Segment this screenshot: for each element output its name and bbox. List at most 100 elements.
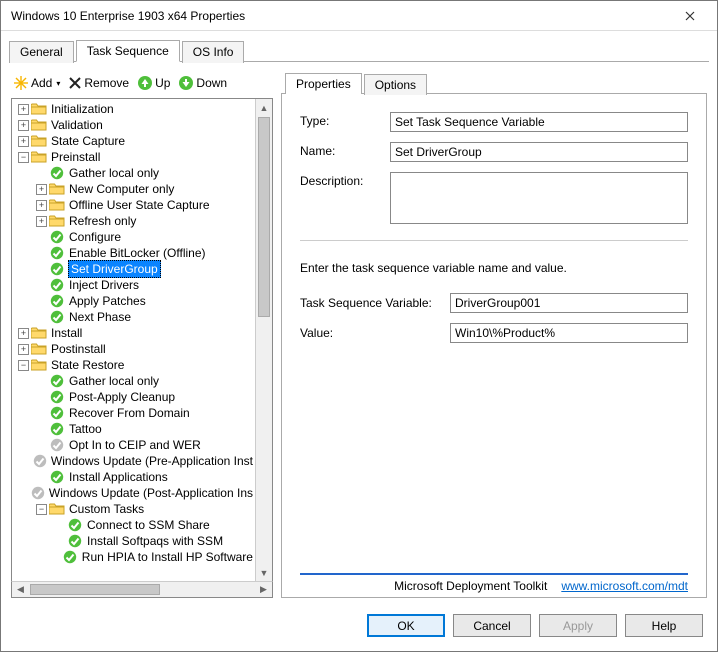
tree-node[interactable]: Apply Patches	[14, 293, 255, 309]
close-icon	[685, 11, 695, 21]
title-bar: Windows 10 Enterprise 1903 x64 Propertie…	[1, 1, 717, 31]
tree-node[interactable]: Opt In to CEIP and WER	[14, 437, 255, 453]
expand-icon[interactable]: +	[18, 104, 29, 115]
apply-button[interactable]: Apply	[539, 614, 617, 637]
description-field[interactable]	[390, 172, 688, 224]
tree-node[interactable]: Windows Update (Pre-Application Inst	[14, 453, 255, 469]
tree-node[interactable]: −Preinstall	[14, 149, 255, 165]
up-button[interactable]: Up	[135, 74, 172, 92]
close-button[interactable]	[669, 2, 711, 30]
folder-icon	[49, 213, 65, 229]
tab-os-info[interactable]: OS Info	[182, 41, 245, 63]
tree-node-label: Set DriverGroup	[68, 260, 161, 278]
tree-node[interactable]: Run HPIA to Install HP Software	[14, 549, 255, 565]
tree-node[interactable]: + Initialization	[14, 101, 255, 117]
ok-button[interactable]: OK	[367, 614, 445, 637]
collapse-icon[interactable]: −	[18, 360, 29, 371]
twisty-spacer	[54, 520, 65, 531]
tree-node[interactable]: Install Applications	[14, 469, 255, 485]
tree-node-label: Initialization	[49, 101, 116, 117]
twisty-spacer	[36, 392, 47, 403]
tree-node[interactable]: Post-Apply Cleanup	[14, 389, 255, 405]
variable-field[interactable]	[450, 293, 688, 313]
tree-node[interactable]: Enable BitLocker (Offline)	[14, 245, 255, 261]
tree-node[interactable]: Set DriverGroup	[14, 261, 255, 277]
folder-icon	[49, 197, 65, 213]
tree-node[interactable]: Next Phase	[14, 309, 255, 325]
name-field[interactable]	[390, 142, 688, 162]
value-field[interactable]	[450, 323, 688, 343]
expand-icon[interactable]: +	[36, 216, 47, 227]
check-icon	[49, 421, 65, 437]
tree-node-label: Enable BitLocker (Offline)	[67, 245, 208, 261]
tree-node[interactable]: Windows Update (Post-Application Ins	[14, 485, 255, 501]
tree-node-label: Install Softpaqs with SSM	[85, 533, 225, 549]
twisty-spacer	[36, 296, 47, 307]
tree-horizontal-scrollbar[interactable]: ◀ ▶	[11, 581, 273, 598]
tree-node[interactable]: Recover From Domain	[14, 405, 255, 421]
tree-node-label: New Computer only	[67, 181, 176, 197]
twisty-spacer	[36, 440, 47, 451]
tree-node-label: Tattoo	[67, 421, 104, 437]
folder-icon	[49, 181, 65, 197]
scrollbar-thumb[interactable]	[30, 584, 160, 595]
check-icon	[67, 533, 83, 549]
expand-icon[interactable]: +	[18, 344, 29, 355]
collapse-icon[interactable]: −	[18, 152, 29, 163]
properties-tab-properties[interactable]: Properties	[285, 73, 362, 94]
tab-general[interactable]: General	[9, 41, 74, 63]
tree-node[interactable]: Tattoo	[14, 421, 255, 437]
tree-node[interactable]: Configure	[14, 229, 255, 245]
expand-icon[interactable]: +	[36, 200, 47, 211]
expand-icon[interactable]: +	[18, 136, 29, 147]
scroll-up-icon[interactable]: ▲	[256, 99, 272, 116]
tree-node-label: Gather local only	[67, 373, 161, 389]
cancel-button[interactable]: Cancel	[453, 614, 531, 637]
add-button[interactable]: Add ▾	[11, 74, 62, 92]
tree-node[interactable]: −State Restore	[14, 357, 255, 373]
tab-task-sequence[interactable]: Task Sequence	[76, 40, 180, 62]
twisty-spacer	[36, 264, 47, 275]
dialog-button-row: OK Cancel Apply Help	[1, 602, 717, 651]
properties-dialog: Windows 10 Enterprise 1903 x64 Propertie…	[0, 0, 718, 652]
check-icon	[67, 517, 83, 533]
properties-tab-options[interactable]: Options	[364, 74, 427, 95]
expand-icon[interactable]: +	[18, 328, 29, 339]
collapse-icon[interactable]: −	[36, 504, 47, 515]
properties-panel: Type: Name: Description: Enter the task …	[281, 93, 707, 598]
scroll-right-icon[interactable]: ▶	[255, 582, 272, 597]
tree-node[interactable]: + State Capture	[14, 133, 255, 149]
twisty-spacer	[51, 552, 61, 563]
tree-node[interactable]: + New Computer only	[14, 181, 255, 197]
check-icon	[49, 373, 65, 389]
tree-node[interactable]: −Custom Tasks	[14, 501, 255, 517]
tree-vertical-scrollbar[interactable]: ▲ ▼	[255, 99, 272, 581]
help-button[interactable]: Help	[625, 614, 703, 637]
folder-icon	[31, 325, 47, 341]
properties-tab-bar: PropertiesOptions	[281, 72, 707, 93]
twisty-spacer	[24, 488, 29, 499]
tree-node[interactable]: Gather local only	[14, 165, 255, 181]
type-field	[390, 112, 688, 132]
scrollbar-thumb[interactable]	[258, 117, 270, 317]
scroll-down-icon[interactable]: ▼	[256, 564, 272, 581]
tree-node-label: Install	[49, 325, 84, 341]
tree-node[interactable]: Connect to SSM Share	[14, 517, 255, 533]
product-link[interactable]: www.microsoft.com/mdt	[561, 579, 688, 593]
tree-node[interactable]: Install Softpaqs with SSM	[14, 533, 255, 549]
tree-node[interactable]: + Install	[14, 325, 255, 341]
tree-node[interactable]: Inject Drivers	[14, 277, 255, 293]
down-button[interactable]: Down	[176, 74, 229, 92]
scroll-left-icon[interactable]: ◀	[12, 582, 29, 597]
tree-node[interactable]: +Validation	[14, 117, 255, 133]
expand-icon[interactable]: +	[36, 184, 47, 195]
expand-icon[interactable]: +	[18, 120, 29, 131]
twisty-spacer	[36, 424, 47, 435]
tree-node[interactable]: +Postinstall	[14, 341, 255, 357]
tree-node[interactable]: +Refresh only	[14, 213, 255, 229]
tree-node[interactable]: Gather local only	[14, 373, 255, 389]
tree-node-label: State Capture	[49, 133, 127, 149]
remove-button[interactable]: Remove	[66, 75, 131, 91]
task-sequence-tree[interactable]: +Initialization+Validation+State Capture…	[12, 99, 255, 581]
tree-node[interactable]: +Offline User State Capture	[14, 197, 255, 213]
